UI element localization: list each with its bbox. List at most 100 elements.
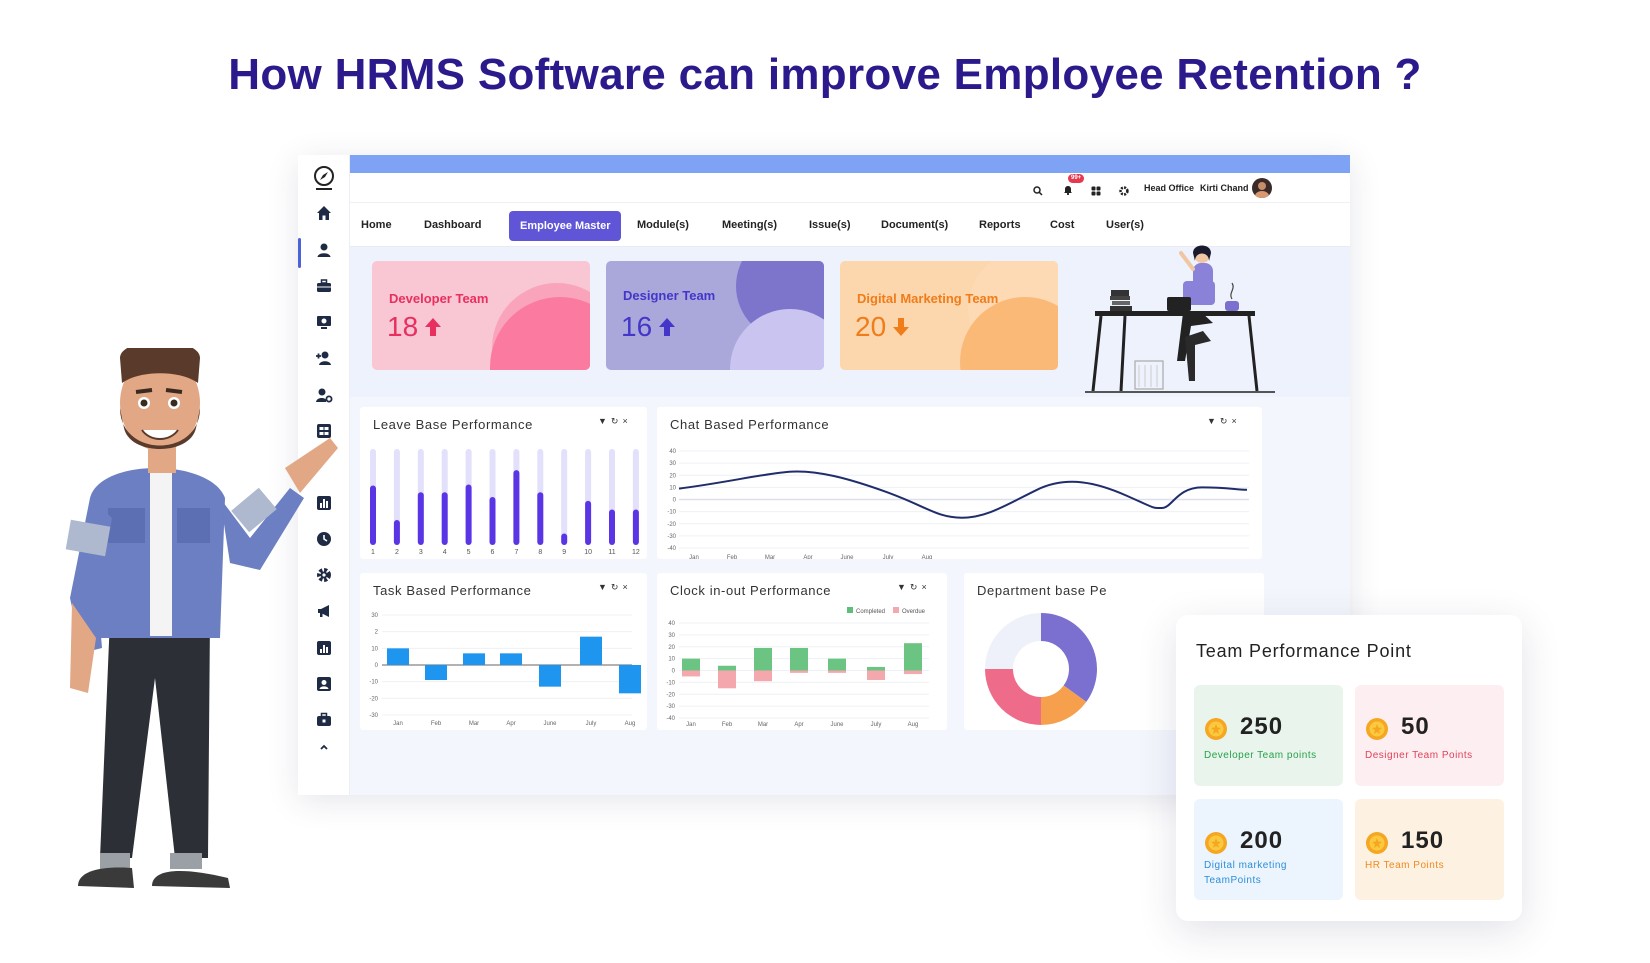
bar [425, 665, 447, 680]
x-tick-label: Apr [803, 555, 812, 559]
bar-overdue [682, 670, 700, 677]
page-headline: How HRMS Software can improve Employee R… [228, 50, 1422, 99]
tab-home[interactable]: Home [361, 203, 392, 247]
x-tick-label: Mar [765, 555, 775, 559]
leave-performance-panel: Leave Base Performance ▼↻× 1 2 3 4 5 6 7 8 9 10 11… [360, 407, 647, 559]
task-performance-panel: Task Based Performance ▼↻× 30 2 10 0 -10 -20-… [360, 573, 647, 730]
points-value: 250 [1240, 713, 1284, 740]
x-tick-label: Feb [722, 722, 733, 728]
pie-slice [985, 613, 1041, 669]
logo-compass-icon[interactable] [310, 166, 338, 190]
x-tick-label: 3 [419, 549, 423, 556]
pie-slice [1041, 613, 1097, 702]
sidebar-active-indicator [298, 238, 301, 268]
designer-points-tile[interactable]: 50 Designer Team Points [1355, 685, 1504, 786]
bar-track [561, 449, 568, 545]
y-tick-label: -30 [369, 713, 378, 719]
settings-icon[interactable] [1119, 183, 1129, 201]
bar-overdue [828, 670, 846, 673]
pie-slice [985, 669, 1041, 725]
bar [417, 492, 424, 545]
x-tick-label: 1 [371, 549, 375, 556]
clock-performance-panel: Clock in-out Performance ▼↻× Completed Ov… [657, 573, 947, 730]
card-title: Team Performance Point [1196, 641, 1412, 661]
legend-label: Completed [856, 609, 885, 615]
tab-cost[interactable]: Cost [1050, 203, 1074, 247]
y-tick-label: 10 [669, 485, 676, 491]
apps-grid-icon[interactable] [1091, 183, 1101, 201]
arrow-up-icon [425, 318, 442, 336]
bar-completed [682, 658, 700, 671]
team-performance-card: Team Performance Point 250 Developer Tea… [1176, 615, 1522, 921]
user-icon[interactable] [310, 238, 338, 262]
task-chart: 30 2 10 0 -10 -20 -30 Jan Feb Mar Apr June July Aug [369, 613, 641, 727]
y-tick-label: 30 [371, 613, 378, 619]
y-tick-label: 0 [375, 663, 379, 669]
search-icon[interactable] [1033, 183, 1043, 201]
developer-points-tile[interactable]: 250 Developer Team points [1194, 685, 1343, 786]
bar [370, 485, 376, 545]
digital-marketing-team-card[interactable]: Digital Marketing Team 20 [840, 261, 1058, 370]
developer-team-card[interactable]: Developer Team 18 [372, 261, 590, 370]
hr-points-tile[interactable]: 150 HR Team Points [1355, 799, 1504, 900]
bar [393, 520, 400, 545]
y-tick-label: 40 [669, 449, 676, 455]
points-label: Developer Team points [1204, 750, 1317, 761]
branch-selector[interactable]: Head Office [1144, 173, 1194, 203]
clock-chart: Completed Overdue 40 30 20 10 0 -10 -20 -30 -40 Jan… [666, 607, 929, 728]
notification-badge: 99+ [1068, 174, 1085, 183]
bar-overdue [904, 670, 922, 675]
count-value: 18 [387, 311, 419, 342]
x-tick-label: Mar [758, 722, 768, 728]
top-header: 99+ Head Office Kirti Chand [350, 173, 1350, 203]
home-icon[interactable] [310, 201, 338, 225]
points-label: HR Team Points [1365, 860, 1445, 871]
user-name[interactable]: Kirti Chand [1200, 173, 1249, 203]
designer-team-card[interactable]: Designer Team 16 [606, 261, 824, 370]
x-tick-label: 7 [514, 549, 518, 556]
card-title: Digital Marketing Team [857, 291, 999, 306]
x-tick-label: Mar [469, 721, 479, 727]
y-tick-label: 30 [669, 461, 676, 467]
y-tick-label: 0 [672, 669, 676, 675]
x-tick-label: Feb [727, 555, 738, 559]
x-tick-label: 10 [584, 549, 592, 556]
x-tick-label: 8 [538, 549, 542, 556]
x-tick-label: Apr [794, 722, 803, 728]
avatar[interactable] [1252, 178, 1272, 198]
bar [609, 509, 615, 545]
bar-overdue [790, 670, 808, 673]
x-tick-label: Aug [625, 721, 636, 727]
points-value: 150 [1401, 827, 1445, 854]
arrow-down-icon [893, 318, 910, 336]
tab-dashboard[interactable]: Dashboard [424, 203, 481, 247]
bar [585, 500, 592, 545]
points-label: Designer Team Points [1365, 750, 1473, 761]
bar [632, 509, 639, 545]
leave-chart: 1 2 3 4 5 6 7 8 9 10 11 12 [370, 449, 640, 556]
legend-swatch [893, 607, 899, 613]
x-tick-label: 11 [608, 549, 615, 556]
tab-modules[interactable]: Module(s) [637, 203, 689, 247]
x-tick-label: 6 [491, 549, 495, 556]
y-tick-label: -20 [666, 692, 675, 698]
arrow-up-icon [659, 318, 676, 336]
bar [441, 492, 448, 545]
digital-marketing-points-tile[interactable]: 200 Digital marketing TeamPoints [1194, 799, 1343, 900]
tab-employee-master[interactable]: Employee Master [509, 211, 622, 241]
bar [465, 484, 472, 545]
bell-icon[interactable] [1063, 182, 1073, 200]
briefcase-icon[interactable] [310, 274, 338, 298]
points-value: 50 [1401, 713, 1430, 740]
x-tick-label: July [871, 722, 882, 728]
tab-meetings[interactable]: Meeting(s) [722, 203, 777, 247]
tab-reports[interactable]: Reports [979, 203, 1021, 247]
tab-documents[interactable]: Document(s) [881, 203, 948, 247]
tab-issues[interactable]: Issue(s) [809, 203, 851, 247]
y-tick-label: -30 [667, 534, 676, 540]
monitor-icon[interactable] [310, 310, 338, 334]
y-tick-label: 30 [668, 633, 675, 639]
y-tick-label: 10 [371, 646, 378, 652]
bar [580, 636, 602, 665]
x-tick-label: July [586, 721, 597, 727]
